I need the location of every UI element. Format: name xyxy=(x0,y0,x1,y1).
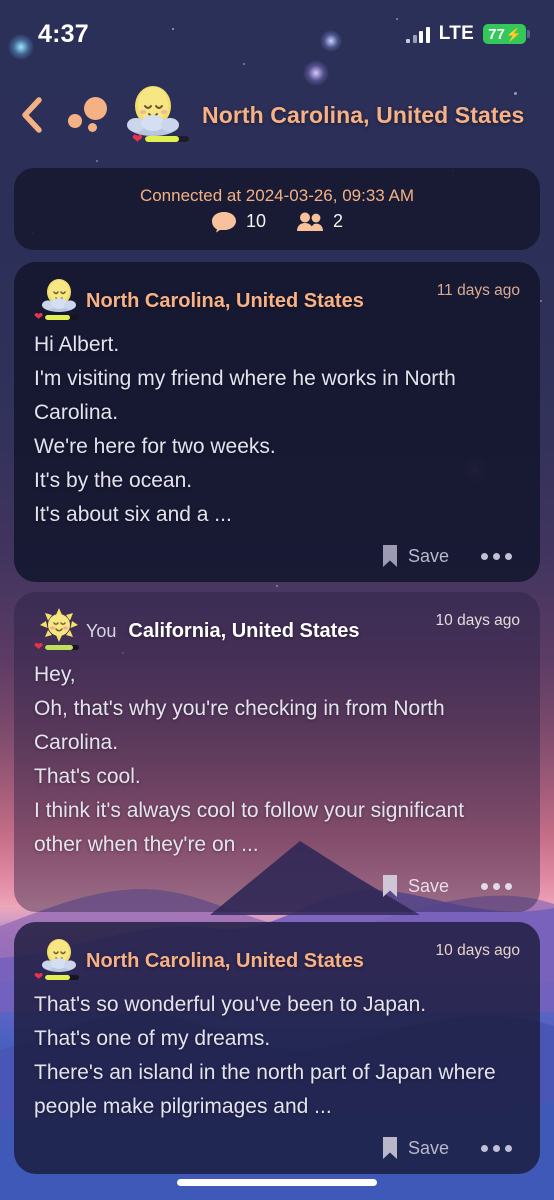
message-line: Oh, that's why you're checking in from N… xyxy=(34,697,445,720)
message-card[interactable]: ❤ You California, United States 10 days … xyxy=(14,592,540,912)
signal-bars-icon xyxy=(406,26,430,43)
message-line: That's so wonderful you've been to Japan… xyxy=(34,993,427,1016)
message-header: ❤ You California, United States 10 days … xyxy=(34,608,520,653)
battery-indicator: 77 ⚡ xyxy=(483,24,530,44)
star xyxy=(96,160,98,162)
ellipsis-icon xyxy=(481,552,488,560)
chat-bubble-icon xyxy=(211,211,236,232)
message-body: Hi Albert. I'm visiting my friend where … xyxy=(34,328,520,532)
connection-stats: 10 2 xyxy=(211,211,343,233)
you-badge: You xyxy=(86,620,117,641)
heart-icon: ❤ xyxy=(34,311,44,323)
message-line: That's one of my dreams. xyxy=(34,1027,271,1050)
message-timestamp: 11 days ago xyxy=(436,282,520,299)
message-line: Hi Albert. xyxy=(34,333,120,356)
avatar[interactable]: ❤ xyxy=(34,279,86,323)
save-button[interactable]: Save xyxy=(381,1136,449,1160)
more-options-button[interactable] xyxy=(479,1139,514,1158)
bubbles-icon xyxy=(62,91,116,139)
message-line: Hey, xyxy=(34,663,76,686)
health-bar: ❤ xyxy=(34,641,80,653)
message-line: It's by the ocean. xyxy=(34,469,193,492)
message-timestamp: 10 days ago xyxy=(435,612,520,629)
save-label: Save xyxy=(407,545,449,566)
save-label: Save xyxy=(407,1137,449,1158)
chevron-left-icon xyxy=(22,97,42,133)
message-actions: Save xyxy=(34,544,520,568)
message-body: That's so wonderful you've been to Japan… xyxy=(34,988,520,1124)
save-button[interactable]: Save xyxy=(381,544,449,568)
status-bar: 4:37 LTE 77 ⚡ xyxy=(0,0,554,68)
health-bar: ❤ xyxy=(132,132,189,145)
message-line: people make pilgrimages and ... xyxy=(34,1095,332,1118)
message-line: We're here for two weeks. xyxy=(34,435,276,458)
connected-at-label: Connected at 2024-03-26, 09:33 AM xyxy=(139,185,415,205)
home-indicator[interactable] xyxy=(177,1179,377,1186)
avatar[interactable]: ❤ xyxy=(34,939,86,983)
message-line: There's an island in the north part of J… xyxy=(34,1061,496,1084)
message-actions: Save xyxy=(34,1136,520,1160)
message-line: other when they're on ... xyxy=(34,833,259,856)
app-screen: 4:37 LTE 77 ⚡ ❤ North Carolina, United S… xyxy=(0,0,554,1200)
message-sender: North Carolina, United States xyxy=(86,949,364,972)
charging-bolt-icon: ⚡ xyxy=(505,26,522,42)
avatar[interactable]: ❤ xyxy=(118,84,189,146)
message-line: I'm visiting my friend where he works in… xyxy=(34,367,456,390)
message-body: Hey, Oh, that's why you're checking in f… xyxy=(34,658,520,862)
heart-icon: ❤ xyxy=(34,971,44,983)
connection-info-bar: Connected at 2024-03-26, 09:33 AM 10 2 xyxy=(14,168,540,250)
app-header: ❤ North Carolina, United States xyxy=(0,76,554,154)
message-card[interactable]: ❤ North Carolina, United States 10 days … xyxy=(14,922,540,1174)
message-line: That's cool. xyxy=(34,765,141,788)
more-options-button[interactable] xyxy=(479,547,514,566)
bookmark-icon xyxy=(382,545,397,567)
network-type-label: LTE xyxy=(438,23,475,44)
bookmark-icon xyxy=(382,1137,397,1159)
people-icon xyxy=(297,212,323,231)
messages-stat: 10 xyxy=(211,211,266,233)
star xyxy=(540,300,542,302)
people-count: 2 xyxy=(333,211,344,231)
message-line: I think it's always cool to follow your … xyxy=(34,799,465,822)
message-sender: California, United States xyxy=(128,619,360,642)
save-label: Save xyxy=(407,875,449,896)
message-header: ❤ North Carolina, United States 11 days … xyxy=(34,279,520,323)
battery-percent-label: 77 xyxy=(488,25,505,43)
more-options-button[interactable] xyxy=(479,877,514,896)
bookmark-icon xyxy=(382,875,397,897)
message-timestamp: 10 days ago xyxy=(435,942,520,959)
message-line: Carolina. xyxy=(34,731,119,754)
message-card[interactable]: ❤ North Carolina, United States 11 days … xyxy=(14,262,540,582)
messages-count: 10 xyxy=(245,211,266,231)
heart-icon: ❤ xyxy=(132,131,143,146)
people-stat: 2 xyxy=(296,211,343,233)
save-button[interactable]: Save xyxy=(381,874,449,898)
status-time: 4:37 xyxy=(38,19,89,48)
message-sender: North Carolina, United States xyxy=(86,289,364,312)
message-actions: Save xyxy=(34,874,520,898)
health-bar: ❤ xyxy=(34,971,80,983)
star xyxy=(276,585,278,587)
status-indicators: LTE 77 ⚡ xyxy=(406,23,530,45)
health-bar: ❤ xyxy=(34,311,80,323)
avatar[interactable]: ❤ xyxy=(34,608,86,653)
back-button[interactable] xyxy=(4,87,60,143)
message-header: ❤ North Carolina, United States 10 days … xyxy=(34,939,520,983)
message-line: It's about six and a ... xyxy=(34,503,232,526)
message-line: Carolina. xyxy=(34,401,119,424)
page-title: North Carolina, United States xyxy=(202,101,525,128)
heart-icon: ❤ xyxy=(34,641,44,653)
